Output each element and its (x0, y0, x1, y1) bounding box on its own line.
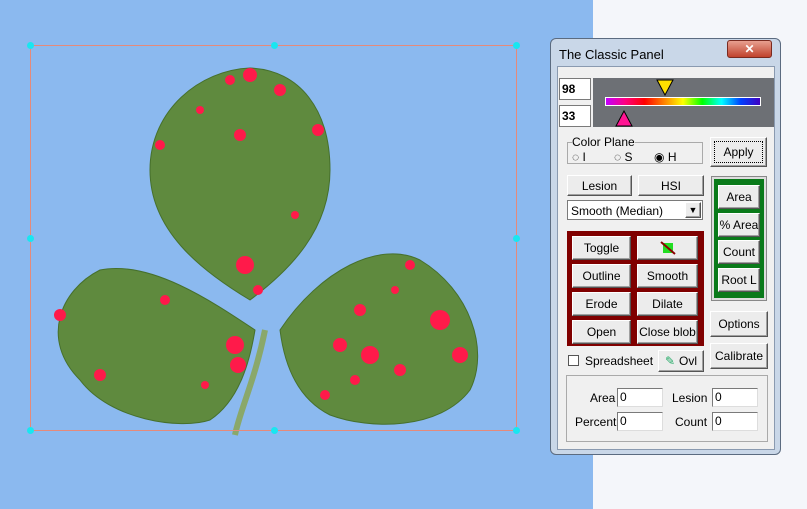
resize-handle[interactable] (513, 235, 520, 242)
results-group: Area 0 Lesion 0 Percent 0 Count 0 (566, 375, 768, 442)
close-icon[interactable]: ✕ (727, 40, 772, 58)
upper-threshold-field[interactable]: 98 (559, 78, 591, 100)
window-title: The Classic Panel (559, 47, 664, 62)
toggle-button[interactable]: Toggle (572, 236, 631, 260)
percent-result-label: Percent (575, 415, 617, 429)
close-blob-button[interactable]: Close blob (637, 320, 698, 344)
open-button[interactable]: Open (572, 320, 631, 344)
options-button[interactable]: Options (710, 311, 768, 337)
resize-handle[interactable] (271, 42, 278, 49)
calibrate-button[interactable]: Calibrate (710, 343, 768, 369)
radio-i-label: I (582, 150, 586, 164)
resize-handle[interactable] (27, 427, 34, 434)
color-plane-group: Color Plane ◌ I ◌ S ◉ H (567, 135, 703, 164)
area-result-label: Area (590, 391, 616, 405)
color-plane-label: Color Plane (572, 135, 635, 149)
lower-threshold-field[interactable]: 33 (559, 105, 591, 127)
resize-handle[interactable] (27, 235, 34, 242)
erase-button[interactable] (637, 236, 698, 260)
hsi-button[interactable]: HSI (638, 175, 704, 196)
selection-rectangle[interactable] (27, 42, 520, 434)
lesion-result-label: Lesion (672, 391, 708, 405)
pct-area-button[interactable]: % Area (718, 213, 760, 237)
count-result-label: Count (675, 415, 708, 429)
ovl-label: Ovl (679, 354, 698, 368)
spreadsheet-checkbox[interactable] (568, 355, 579, 366)
radio-s[interactable]: ◌ S (614, 150, 632, 164)
measure-frame: Area % Area Count Root L (711, 176, 767, 301)
erase-icon (659, 241, 676, 255)
lower-pointer-icon[interactable] (615, 110, 633, 127)
filter-dropdown[interactable]: Smooth (Median) ▼ (567, 200, 703, 220)
root-l-button[interactable]: Root L (718, 268, 760, 292)
radio-s-label: S (624, 150, 633, 164)
filter-dropdown-value: Smooth (Median) (571, 204, 664, 218)
area-button[interactable]: Area (718, 185, 760, 209)
apply-button[interactable]: Apply (710, 137, 767, 167)
spreadsheet-label: Spreadsheet (585, 354, 654, 368)
radio-i[interactable]: ◌ I (572, 150, 586, 164)
resize-handle[interactable] (271, 427, 278, 434)
count-button[interactable]: Count (718, 240, 760, 264)
hue-spectrum (605, 97, 761, 106)
radio-h-label: H (667, 150, 677, 164)
upper-pointer-icon[interactable] (656, 79, 674, 96)
panel-body: 98 33 Color Plane ◌ I ◌ S ◉ H Apply Lesi… (557, 66, 775, 450)
percent-result-field[interactable]: 0 (617, 412, 663, 431)
resize-handle[interactable] (513, 42, 520, 49)
outline-button[interactable]: Outline (572, 264, 631, 288)
area-result-field[interactable]: 0 (617, 388, 663, 407)
count-result-field[interactable]: 0 (712, 412, 758, 431)
ovl-button[interactable]: ✎ Ovl (658, 350, 704, 372)
radio-h[interactable]: ◉ H (654, 150, 676, 164)
smooth-button[interactable]: Smooth (637, 264, 698, 288)
lesion-result-field[interactable]: 0 (712, 388, 758, 407)
resize-handle[interactable] (513, 427, 520, 434)
erode-button[interactable]: Erode (572, 292, 631, 316)
overlay-icon: ✎ (664, 354, 676, 368)
hue-slider[interactable] (593, 78, 774, 127)
lesion-button[interactable]: Lesion (567, 175, 632, 196)
resize-handle[interactable] (27, 42, 34, 49)
dilate-button[interactable]: Dilate (637, 292, 698, 316)
operations-frame: Toggle Outline Smooth Erode Dilate Open … (567, 231, 704, 346)
chevron-down-icon[interactable]: ▼ (685, 202, 701, 218)
classic-panel-window: The Classic Panel ✕ 98 33 Color Plane ◌ … (550, 38, 781, 455)
